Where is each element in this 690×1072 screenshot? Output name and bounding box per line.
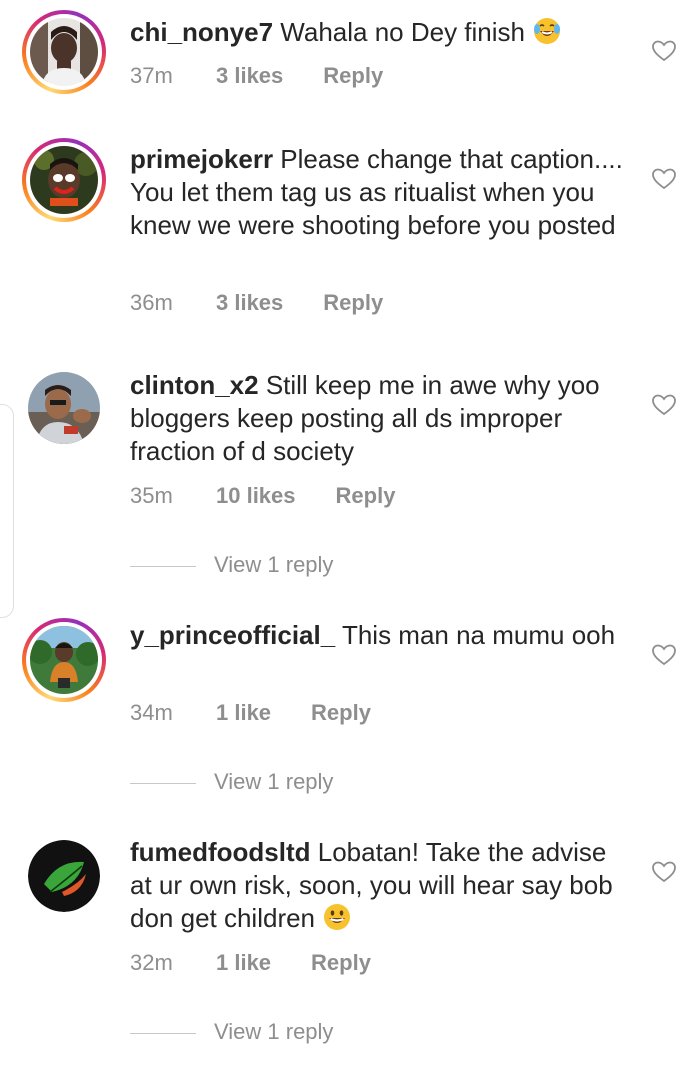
comment-username[interactable]: clinton_x2 <box>130 370 259 400</box>
likes-count[interactable]: 10 likes <box>216 483 296 509</box>
view-replies-button[interactable]: View 1 reply <box>130 769 333 795</box>
comment-meta: 37m 3 likes Reply <box>130 63 383 89</box>
side-panel-edge <box>0 404 14 618</box>
comment-username[interactable]: chi_nonye7 <box>130 17 273 47</box>
fumed-foods-logo <box>28 840 100 912</box>
comment-body: This man na mumu ooh <box>335 620 616 650</box>
comment-text: fumedfoodsltd Lobatan! Take the advise a… <box>130 836 635 935</box>
reply-button[interactable]: Reply <box>311 950 371 976</box>
comment-text: y_princeofficial_ This man na mumu ooh <box>130 619 635 652</box>
view-replies-label: View 1 reply <box>214 769 334 794</box>
reply-button[interactable]: Reply <box>336 483 396 509</box>
comment-username[interactable]: fumedfoodsltd <box>130 837 311 867</box>
avatar[interactable] <box>22 368 106 452</box>
avatar[interactable] <box>22 834 106 918</box>
likes-count[interactable]: 1 like <box>216 700 271 726</box>
comment-time: 35m <box>130 483 173 508</box>
like-heart-icon[interactable] <box>651 39 677 63</box>
likes-count[interactable]: 1 like <box>216 950 271 976</box>
grinning-face-icon <box>324 904 351 930</box>
comment-username[interactable]: y_princeofficial_ <box>130 620 335 650</box>
comment-text: chi_nonye7 Wahala no Dey finish <box>130 16 635 49</box>
comment-meta: 36m 3 likes Reply <box>130 290 383 316</box>
avatar[interactable] <box>22 10 106 94</box>
replies-divider <box>130 782 196 784</box>
comment-time: 36m <box>130 290 173 315</box>
comment-username[interactable]: primejokerr <box>130 144 273 174</box>
replies-divider <box>130 565 196 567</box>
view-replies-label: View 1 reply <box>214 552 334 577</box>
comment-meta: 35m 10 likes Reply <box>130 483 395 509</box>
comment-time: 34m <box>130 700 173 725</box>
avatar[interactable] <box>22 618 106 702</box>
reply-button[interactable]: Reply <box>311 700 371 726</box>
reply-button[interactable]: Reply <box>323 63 383 89</box>
view-replies-button[interactable]: View 1 reply <box>130 1019 333 1045</box>
replies-divider <box>130 1032 196 1034</box>
comment-meta: 34m 1 like Reply <box>130 700 371 726</box>
comment-meta: 32m 1 like Reply <box>130 950 371 976</box>
comment-time: 37m <box>130 63 173 88</box>
likes-count[interactable]: 3 likes <box>216 63 283 89</box>
comment-body: Wahala no Dey finish <box>273 17 526 47</box>
like-heart-icon[interactable] <box>651 860 677 884</box>
view-replies-button[interactable]: View 1 reply <box>130 552 333 578</box>
tears-of-joy-icon <box>534 18 561 44</box>
comment-text: clinton_x2 Still keep me in awe why yoo … <box>130 369 635 468</box>
like-heart-icon[interactable] <box>651 167 677 191</box>
reply-button[interactable]: Reply <box>323 290 383 316</box>
comment-time: 32m <box>130 950 173 975</box>
like-heart-icon[interactable] <box>651 393 677 417</box>
like-heart-icon[interactable] <box>651 643 677 667</box>
view-replies-label: View 1 reply <box>214 1019 334 1044</box>
comment-text: primejokerr Please change that caption..… <box>130 143 635 242</box>
likes-count[interactable]: 3 likes <box>216 290 283 316</box>
avatar[interactable] <box>22 138 106 222</box>
